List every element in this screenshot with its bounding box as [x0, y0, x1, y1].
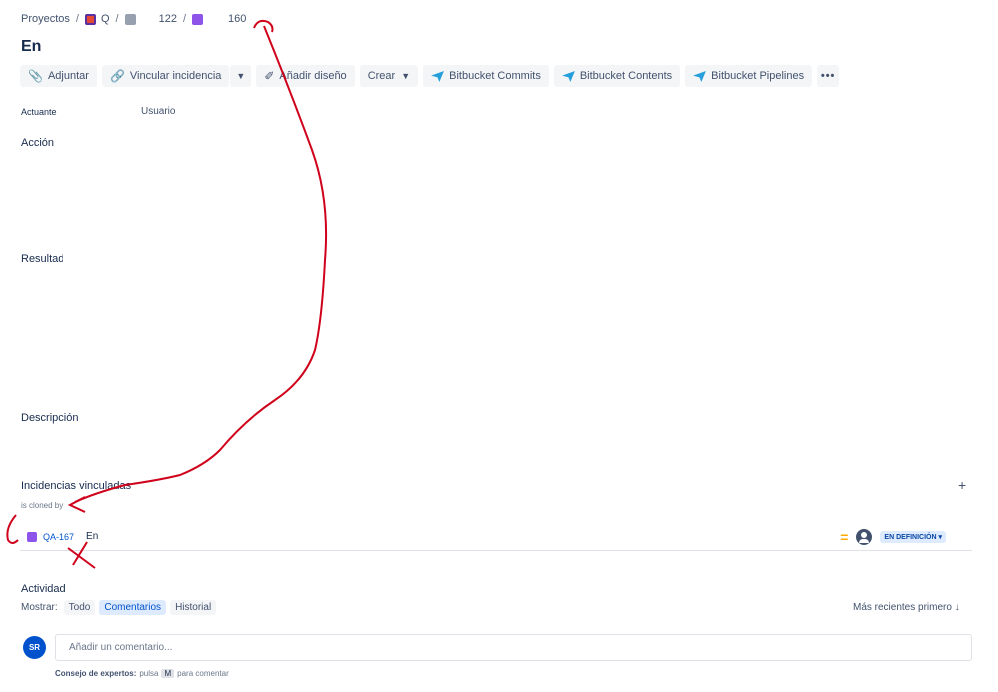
actor-value[interactable]: Usuario	[141, 106, 175, 117]
breadcrumb-issue[interactable]: 160	[228, 13, 246, 25]
linked-issue-summary[interactable]: En	[86, 531, 98, 542]
annotation-arrow-head	[67, 496, 86, 513]
breadcrumb-project[interactable]: Q	[101, 13, 110, 25]
linked-issues-heading: Incidencias vinculadas	[21, 480, 132, 492]
chevron-down-icon: ▼	[236, 71, 246, 81]
page-title[interactable]: En	[21, 38, 41, 56]
add-design-button[interactable]: ✐ Añadir diseño	[256, 65, 355, 87]
red-annotation-overlay	[6, 19, 328, 569]
bitbucket-pipelines-button[interactable]: Bitbucket Pipelines	[685, 65, 813, 87]
tip-bold: Consejo de expertos:	[55, 669, 137, 678]
filter-comments[interactable]: Comentarios	[99, 600, 167, 615]
linked-issue-key[interactable]: QA-167	[43, 532, 74, 542]
bitbucket-commits-label: Bitbucket Commits	[449, 70, 541, 82]
show-label: Mostrar:	[21, 602, 58, 613]
filter-all[interactable]: Todo	[63, 600, 96, 615]
bitbucket-contents-label: Bitbucket Contents	[579, 70, 673, 82]
actor-label: Actuante	[21, 107, 57, 117]
link-issue-group: 🔗 Vincular incidencia ▼	[101, 65, 252, 87]
create-button[interactable]: Crear ▼	[359, 65, 419, 87]
brush-icon: ✐	[264, 69, 275, 83]
sort-toggle[interactable]: Más recientes primero ↓	[853, 602, 960, 613]
attach-button[interactable]: 📎 Adjuntar	[20, 65, 97, 87]
add-link-icon[interactable]: +	[958, 477, 966, 493]
story-icon	[27, 531, 37, 542]
annotation-bracket	[6, 514, 19, 544]
activity-heading: Actividad	[21, 583, 66, 595]
more-icon: •••	[820, 70, 836, 82]
link-icon: 🔗	[109, 69, 125, 83]
pro-tip: Consejo de expertos: pulsa M para coment…	[55, 669, 229, 678]
description-heading: Descripción	[21, 412, 79, 424]
link-issue-dropdown[interactable]: ▼	[230, 65, 252, 87]
breadcrumb-parent[interactable]: 122	[159, 13, 177, 25]
link-issue-button[interactable]: 🔗 Vincular incidencia	[101, 65, 230, 87]
breadcrumb: Proyectos / Q / 122 / 160	[21, 13, 246, 25]
linked-issue-row[interactable]: QA-167 En = EN DEFINICIÓN ▾	[20, 523, 972, 551]
breadcrumb-separator: /	[115, 13, 119, 25]
activity-filter: Mostrar: Todo Comentarios Historial	[21, 600, 217, 615]
tip-post: para comentar	[177, 669, 229, 678]
relation-label: is cloned by	[21, 501, 64, 510]
shortcut-key: M	[161, 669, 175, 678]
attach-label: Adjuntar	[47, 70, 89, 82]
breadcrumb-separator: /	[75, 13, 79, 25]
result-heading: Resultado	[21, 253, 63, 265]
paperclip-icon: 📎	[28, 69, 43, 83]
filter-history[interactable]: Historial	[170, 600, 217, 615]
bitbucket-commits-button[interactable]: Bitbucket Commits	[423, 65, 549, 87]
chevron-down-icon: ▼	[401, 71, 411, 81]
breadcrumb-projects[interactable]: Proyectos	[21, 13, 70, 25]
comment-input[interactable]: Añadir un comentario...	[55, 634, 972, 661]
bitbucket-pipelines-label: Bitbucket Pipelines	[711, 70, 805, 82]
bitbucket-contents-button[interactable]: Bitbucket Contents	[553, 65, 681, 87]
create-label: Crear	[367, 70, 396, 82]
action-heading: Acción	[21, 137, 55, 149]
status-dropdown[interactable]: EN DEFINICIÓN ▾	[880, 530, 946, 543]
breadcrumb-separator: /	[182, 13, 187, 25]
story-icon	[192, 13, 204, 25]
priority-medium-icon: =	[840, 528, 849, 545]
avatar: SR	[23, 636, 46, 659]
paper-plane-icon	[693, 70, 707, 82]
parent-issue-icon	[124, 13, 136, 25]
tip-pre: pulsa	[139, 669, 159, 678]
paper-plane-icon	[561, 70, 575, 82]
toolbar: 📎 Adjuntar 🔗 Vincular incidencia ▼ ✐ Aña…	[20, 65, 840, 87]
add-design-label: Añadir diseño	[279, 70, 347, 82]
paper-plane-icon	[431, 70, 445, 82]
unassigned-avatar-icon[interactable]	[856, 528, 873, 545]
link-issue-label: Vincular incidencia	[129, 70, 222, 82]
more-actions-button[interactable]: •••	[817, 65, 840, 87]
annotation-hook-top	[253, 19, 274, 33]
project-icon	[84, 13, 96, 25]
linked-issue-meta: = EN DEFINICIÓN ▾	[840, 528, 946, 545]
annotation-arrow-line	[74, 25, 328, 503]
